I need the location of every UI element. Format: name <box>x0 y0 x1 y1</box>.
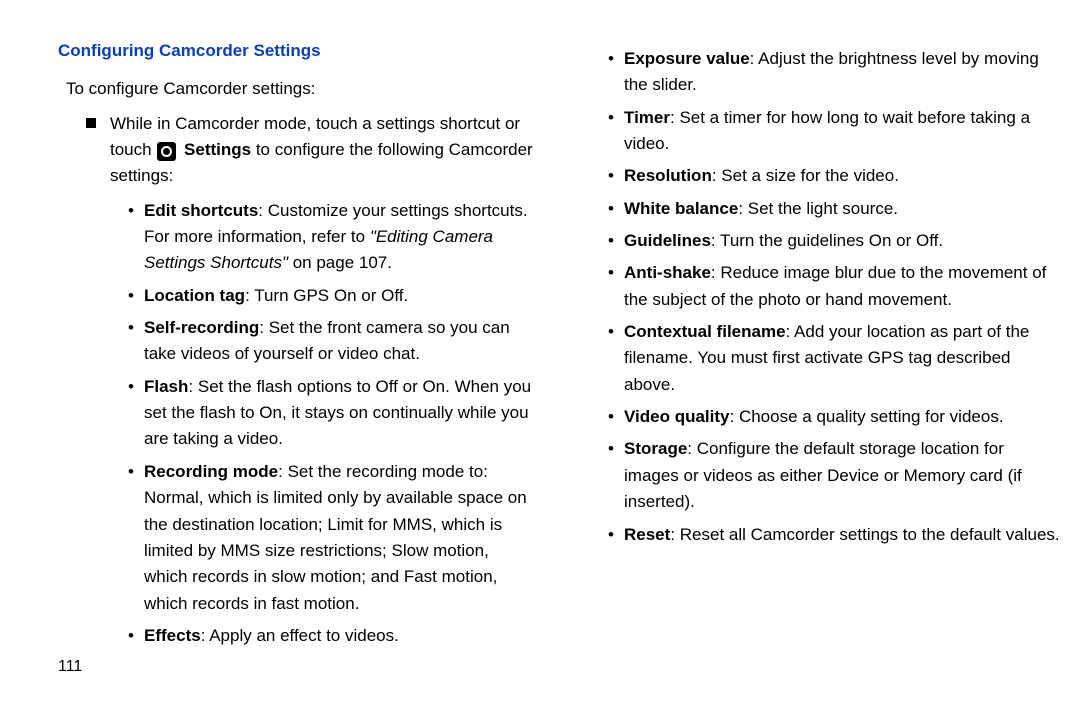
manual-page: Configuring Camcorder Settings To config… <box>0 0 1080 720</box>
item-title: Video quality <box>624 407 730 426</box>
list-item: Effects: Apply an effect to videos. <box>128 623 534 649</box>
right-column: Exposure value: Adjust the brightness le… <box>560 38 1062 720</box>
list-item: Self-recording: Set the front camera so … <box>128 315 534 368</box>
settings-list-right: Exposure value: Adjust the brightness le… <box>608 46 1062 548</box>
list-item: Recording mode: Set the recording mode t… <box>128 459 534 617</box>
item-title: Anti-shake <box>624 263 711 282</box>
list-item: Anti-shake: Reduce image blur due to the… <box>608 260 1062 313</box>
item-title: Guidelines <box>624 231 711 250</box>
item-body: : Turn the guidelines On or Off. <box>711 231 943 250</box>
step-block: While in Camcorder mode, touch a setting… <box>86 111 534 190</box>
item-title: Storage <box>624 439 687 458</box>
list-item: White balance: Set the light source. <box>608 196 1062 222</box>
item-body: : Choose a quality setting for videos. <box>730 407 1004 426</box>
item-title: Effects <box>144 626 201 645</box>
left-column: Configuring Camcorder Settings To config… <box>58 38 560 720</box>
list-item: Guidelines: Turn the guidelines On or Of… <box>608 228 1062 254</box>
item-body: : Turn GPS On or Off. <box>245 286 408 305</box>
step-text: While in Camcorder mode, touch a setting… <box>110 111 534 190</box>
list-item: Storage: Configure the default storage l… <box>608 436 1062 515</box>
gear-icon <box>157 142 176 161</box>
item-title: Timer <box>624 108 670 127</box>
item-body: : Set the flash options to Off or On. Wh… <box>144 377 531 449</box>
item-title: Reset <box>624 525 670 544</box>
list-item: Contextual filename: Add your location a… <box>608 319 1062 398</box>
item-title: Exposure value <box>624 49 750 68</box>
item-body: : Set a timer for how long to wait befor… <box>624 108 1030 153</box>
list-item: Reset: Reset all Camcorder settings to t… <box>608 522 1062 548</box>
item-body: : Set a size for the video. <box>712 166 899 185</box>
item-body2: on page 107. <box>288 253 392 272</box>
item-title: Resolution <box>624 166 712 185</box>
item-title: Contextual filename <box>624 322 786 341</box>
list-item: Exposure value: Adjust the brightness le… <box>608 46 1062 99</box>
item-body: : Set the light source. <box>738 199 898 218</box>
item-title: Self-recording <box>144 318 259 337</box>
square-bullet-icon <box>86 118 96 128</box>
item-body: : Apply an effect to videos. <box>201 626 399 645</box>
list-item: Edit shortcuts: Customize your settings … <box>128 198 534 277</box>
item-title: Flash <box>144 377 188 396</box>
list-item: Flash: Set the flash options to Off or O… <box>128 374 534 453</box>
page-number: 111 <box>58 655 534 680</box>
item-title: Location tag <box>144 286 245 305</box>
section-heading: Configuring Camcorder Settings <box>58 38 534 64</box>
step-bold: Settings <box>179 140 251 159</box>
list-item: Location tag: Turn GPS On or Off. <box>128 283 534 309</box>
item-title: Edit shortcuts <box>144 201 258 220</box>
list-item: Video quality: Choose a quality setting … <box>608 404 1062 430</box>
item-body: : Set the recording mode to: Normal, whi… <box>144 462 527 613</box>
list-item: Timer: Set a timer for how long to wait … <box>608 105 1062 158</box>
item-title: White balance <box>624 199 738 218</box>
item-body: : Reset all Camcorder settings to the de… <box>670 525 1059 544</box>
settings-list-left: Edit shortcuts: Customize your settings … <box>128 198 534 650</box>
list-item: Resolution: Set a size for the video. <box>608 163 1062 189</box>
item-title: Recording mode <box>144 462 278 481</box>
intro-line: To configure Camcorder settings: <box>66 76 534 102</box>
